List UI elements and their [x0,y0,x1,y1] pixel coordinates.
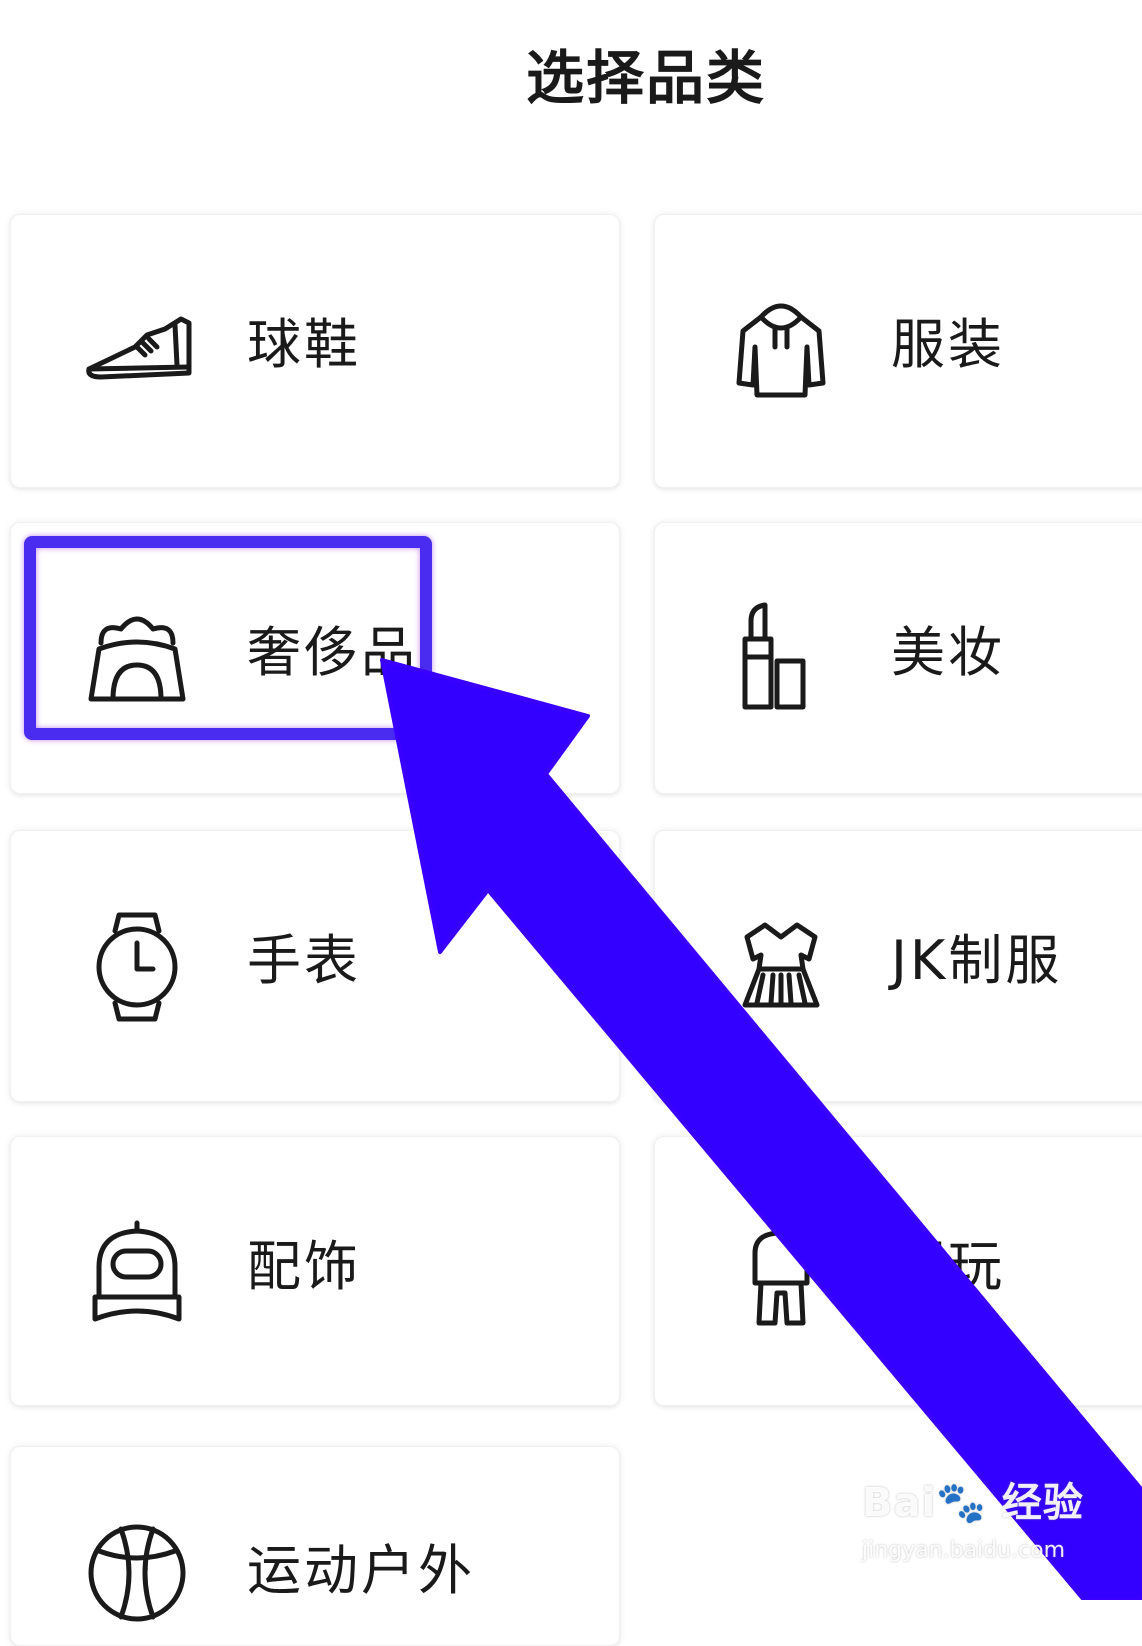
category-label: 球鞋 [247,313,361,376]
category-card-beauty[interactable]: 美妆 [654,522,1142,794]
category-card-trendy-toys[interactable]: 潮玩 [654,1136,1142,1406]
category-label: 配饰 [247,1235,361,1298]
sneaker-icon [77,291,197,411]
category-grid: 球鞋 服装 奢侈品 美妆 手表 JK制服 配饰 潮玩 运动户外 [0,0,1142,1646]
watermark-brand: Bai🐾 经验 [862,1480,1084,1526]
ball-icon [77,1513,197,1633]
category-card-watches[interactable]: 手表 [10,830,620,1102]
category-card-accessories[interactable]: 配饰 [10,1136,620,1406]
category-label: JK制服 [891,929,1063,992]
toy-icon [721,1213,841,1333]
category-label: 潮玩 [891,1235,1005,1298]
category-label: 手表 [247,929,361,992]
dress-icon [721,907,841,1027]
category-card-clothing[interactable]: 服装 [654,214,1142,488]
watch-icon [77,907,197,1027]
highlight-box [24,536,432,740]
category-label: 服装 [891,313,1005,376]
category-label: 美妆 [891,621,1005,684]
cap-icon [77,1213,197,1333]
category-card-sports-outdoor[interactable]: 运动户外 [10,1446,620,1646]
category-label: 运动户外 [247,1539,475,1602]
category-card-jk-uniform[interactable]: JK制服 [654,830,1142,1102]
watermark: Bai🐾 经验 jingyan.baidu.com [862,1442,1122,1592]
lipstick-icon [721,599,841,719]
category-card-sneakers[interactable]: 球鞋 [10,214,620,488]
watermark-url: jingyan.baidu.com [862,1538,1066,1563]
hoodie-icon [721,291,841,411]
